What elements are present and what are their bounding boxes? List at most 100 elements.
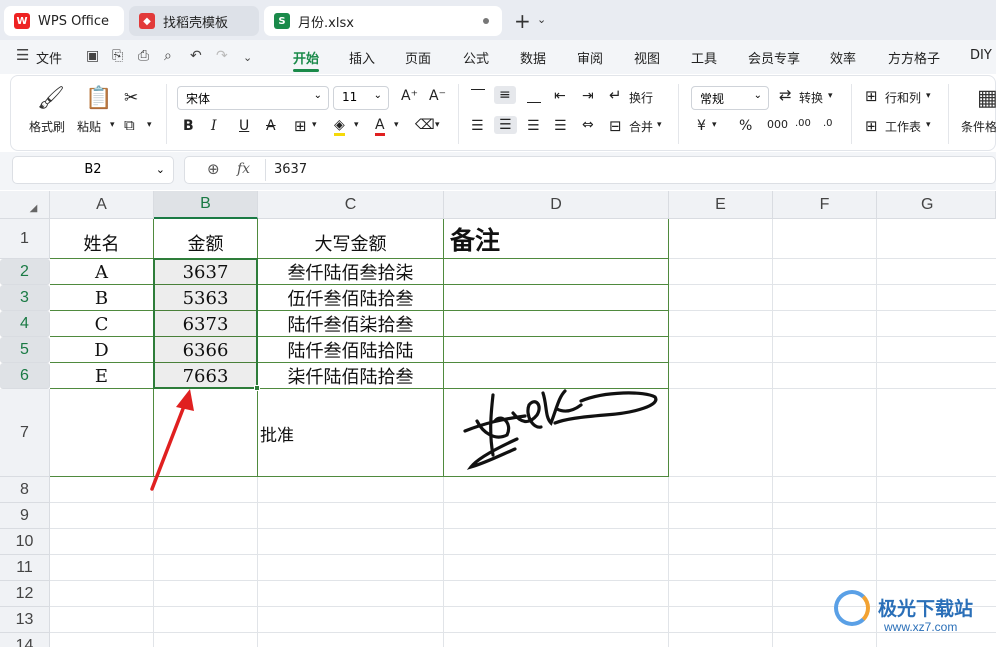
row-header-5[interactable]: 5 <box>0 337 50 363</box>
indent-increase-icon[interactable]: ⇥ <box>582 88 594 104</box>
new-tab-plus-icon[interactable]: + <box>514 9 531 33</box>
row-header-13[interactable]: 13 <box>0 607 50 633</box>
formula-input[interactable]: ⊕ fx 3637 <box>184 156 996 184</box>
format-painter-label[interactable]: 格式刷 <box>29 118 65 135</box>
align-center-icon[interactable]: ☰ <box>494 116 517 134</box>
currency-chevron-icon[interactable]: ▾ <box>712 120 717 130</box>
menu-file[interactable]: 文件 <box>36 48 62 67</box>
increase-decimal-icon[interactable]: .00 <box>795 118 811 129</box>
border-icon[interactable]: ⊞ <box>294 117 307 135</box>
percent-icon[interactable]: % <box>739 118 752 134</box>
italic-icon[interactable]: I <box>211 118 217 134</box>
clear-format-icon[interactable]: ⌫ <box>415 117 435 133</box>
distribute-icon[interactable]: ⇔ <box>582 117 594 133</box>
row-header-2[interactable]: 2 <box>0 259 50 285</box>
thousands-icon[interactable]: 000 <box>767 118 788 131</box>
format-painter-icon[interactable]: 🖌 <box>37 86 65 111</box>
zoom-icon[interactable]: ⊕ <box>207 160 220 178</box>
header-cell-uppercase-amount[interactable]: 大写金额 <box>258 219 443 259</box>
table-cell[interactable]: A <box>50 259 153 285</box>
save-icon[interactable]: ▣ <box>86 48 99 64</box>
tab-wps-office[interactable]: W WPS Office <box>4 6 124 36</box>
menu-view[interactable]: 视图 <box>634 48 660 67</box>
conditional-format-icon[interactable]: ▦ <box>977 86 996 111</box>
tab-docer-templates[interactable]: ◆ 找稻壳模板 <box>129 6 259 36</box>
merge-cells-icon[interactable]: ⊟ <box>609 117 622 135</box>
clear-chevron-icon[interactable]: ▾ <box>435 120 440 130</box>
table-cell[interactable]: B <box>50 285 153 311</box>
table-cell[interactable]: D <box>50 337 153 363</box>
row-header-7[interactable]: 7 <box>0 389 50 477</box>
tab-spreadsheet-file[interactable]: S 月份.xlsx <box>264 6 502 36</box>
currency-icon[interactable]: ¥ <box>697 118 706 134</box>
name-box[interactable]: B2 ⌄ <box>12 156 174 184</box>
worksheet-label[interactable]: 工作表 <box>885 118 921 135</box>
header-cell-remarks[interactable]: 备注 <box>444 219 668 259</box>
font-color-chevron-icon[interactable]: ▾ <box>394 120 399 130</box>
decrease-font-icon[interactable]: A⁻ <box>429 88 446 104</box>
menu-data[interactable]: 数据 <box>520 48 546 67</box>
menu-home[interactable]: 开始 <box>293 48 319 67</box>
select-all-corner[interactable]: ◢ <box>0 191 50 219</box>
row-column-icon[interactable]: ⊞ <box>865 87 878 105</box>
column-header-d[interactable]: D <box>444 191 669 219</box>
column-header-a[interactable]: A <box>50 191 154 219</box>
menu-efficiency[interactable]: 效率 <box>830 48 856 67</box>
table-cell[interactable]: 伍仟叁佰陆拾叁 <box>258 285 443 311</box>
selected-range-b2-b6[interactable] <box>153 258 258 389</box>
menu-review[interactable]: 审阅 <box>577 48 603 67</box>
column-header-e[interactable]: E <box>669 191 773 219</box>
row-header-6[interactable]: 6 <box>0 363 50 389</box>
align-left-icon[interactable]: ☰ <box>471 118 484 134</box>
align-bottom-icon[interactable]: ⎽ <box>527 88 541 104</box>
function-icon[interactable]: fx <box>237 161 250 177</box>
header-cell-amount[interactable]: 金额 <box>154 219 257 259</box>
column-header-c[interactable]: C <box>258 191 444 219</box>
table-cell[interactable]: 陆仟叁佰陆拾陆 <box>258 337 443 363</box>
menu-formula[interactable]: 公式 <box>463 48 489 67</box>
paste-chevron-icon[interactable]: ▾ <box>110 120 115 130</box>
align-right-icon[interactable]: ☰ <box>527 118 540 134</box>
increase-font-icon[interactable]: A⁺ <box>401 88 418 104</box>
table-cell[interactable]: C <box>50 311 153 337</box>
merge-chevron-icon[interactable]: ▾ <box>657 120 662 130</box>
row-header-11[interactable]: 11 <box>0 555 50 581</box>
align-middle-icon[interactable]: ≡ <box>494 86 516 104</box>
row-header-4[interactable]: 4 <box>0 311 50 337</box>
justify-icon[interactable]: ☰ <box>554 118 567 134</box>
row-header-12[interactable]: 12 <box>0 581 50 607</box>
print-preview-icon[interactable]: ⌕ <box>164 48 172 64</box>
menu-tools[interactable]: 工具 <box>691 48 717 67</box>
menu-member[interactable]: 会员专享 <box>748 48 800 67</box>
row-header-10[interactable]: 10 <box>0 529 50 555</box>
font-name-select[interactable]: 宋体 ⌄ <box>177 86 329 110</box>
font-size-select[interactable]: 11 ⌄ <box>333 86 389 110</box>
table-cell[interactable]: 叁仟陆佰叁拾柒 <box>258 259 443 285</box>
header-cell-name[interactable]: 姓名 <box>50 219 153 259</box>
quick-access-chevron-icon[interactable]: ⌄ <box>243 51 252 64</box>
column-header-g[interactable]: G <box>877 191 996 219</box>
copy-chevron-icon[interactable]: ▾ <box>147 120 152 130</box>
row-header-3[interactable]: 3 <box>0 285 50 311</box>
row-header-8[interactable]: 8 <box>0 477 50 503</box>
strikethrough-icon[interactable]: A <box>266 118 276 134</box>
unsaved-dot-icon[interactable] <box>483 18 489 24</box>
convert-label[interactable]: 转换 <box>799 89 823 106</box>
row-column-chevron-icon[interactable]: ▾ <box>926 91 931 101</box>
align-top-icon[interactable]: ⎺ <box>471 88 485 104</box>
border-chevron-icon[interactable]: ▾ <box>312 120 317 130</box>
convert-chevron-icon[interactable]: ▾ <box>828 91 833 101</box>
tab-dropdown-chevron-icon[interactable]: ⌄ <box>537 13 546 26</box>
table-cell[interactable]: E <box>50 363 153 389</box>
fill-color-icon[interactable]: ◈ <box>334 117 345 136</box>
font-color-icon[interactable]: A <box>375 117 385 136</box>
row-header-14[interactable]: 14 <box>0 633 50 647</box>
menu-diy[interactable]: DIY <box>970 48 992 63</box>
worksheet-icon[interactable]: ⊞ <box>865 117 878 135</box>
fill-chevron-icon[interactable]: ▾ <box>354 120 359 130</box>
row-header-9[interactable]: 9 <box>0 503 50 529</box>
menu-insert[interactable]: 插入 <box>349 48 375 67</box>
conditional-format-label[interactable]: 条件格 <box>961 118 996 135</box>
indent-decrease-icon[interactable]: ⇤ <box>554 88 566 104</box>
paste-label[interactable]: 粘贴 <box>77 118 101 135</box>
